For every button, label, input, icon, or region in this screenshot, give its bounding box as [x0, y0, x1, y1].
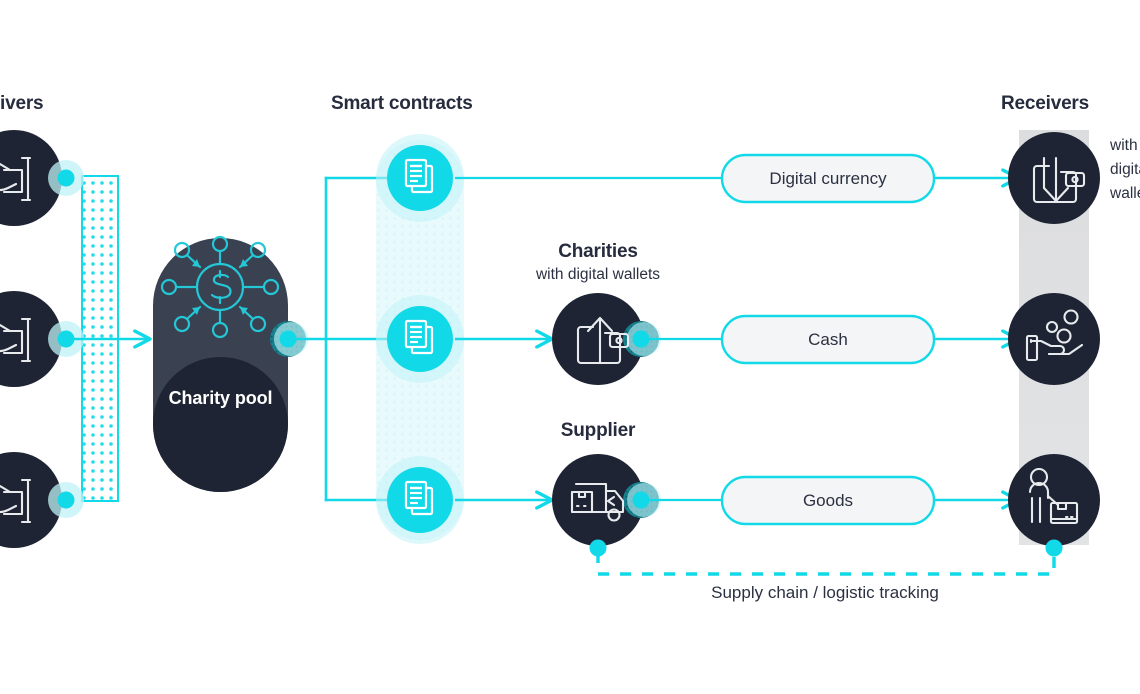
column-heading-smart-contracts: Smart contracts — [331, 93, 473, 114]
giver-node-3[interactable] — [0, 452, 84, 548]
receivers-note: with digital wallets — [1110, 134, 1140, 206]
column-heading-receivers: Receivers — [1001, 93, 1089, 114]
receivers-note-line2: digital — [1110, 161, 1140, 178]
receivers-note-line3: wallets — [1110, 185, 1140, 202]
giver-node-1[interactable] — [0, 130, 84, 226]
charities-subtitle: with digital wallets — [535, 266, 661, 283]
charity-pool-label: Charity pool — [153, 386, 288, 411]
receivers-note-line1: with — [1110, 137, 1138, 154]
tracking-label: Supply chain / logistic tracking — [711, 583, 939, 602]
charity-pool-node[interactable] — [153, 235, 308, 492]
flow-label-digital-currency[interactable]: Digital currency — [722, 155, 934, 202]
column-heading-givers: ivers — [0, 93, 44, 114]
receiver-node-2[interactable] — [1008, 293, 1100, 385]
charity-pool-label-line1: Charity — [168, 388, 230, 408]
smart-contract-node-2[interactable] — [376, 295, 464, 383]
tracking-dashed-path — [596, 552, 1056, 576]
smart-contract-node-3[interactable] — [376, 456, 464, 544]
supplier-title-block: Supplier — [498, 419, 698, 443]
supplier-title: Supplier — [560, 420, 636, 441]
charities-title-block: Charities with digital wallets — [498, 240, 698, 285]
charities-title: Charities — [558, 241, 638, 262]
charity-pool-label-line2: pool — [234, 388, 273, 408]
supplier-node[interactable] — [552, 454, 661, 557]
flow-label-cash[interactable]: Cash — [722, 316, 934, 363]
smart-contract-node-1[interactable] — [376, 134, 464, 222]
receiver-node-1[interactable] — [1008, 132, 1100, 224]
diagram-canvas: ivers Smart contracts Receivers Charity … — [0, 0, 1140, 694]
flow-label-goods[interactable]: Goods — [722, 477, 934, 524]
